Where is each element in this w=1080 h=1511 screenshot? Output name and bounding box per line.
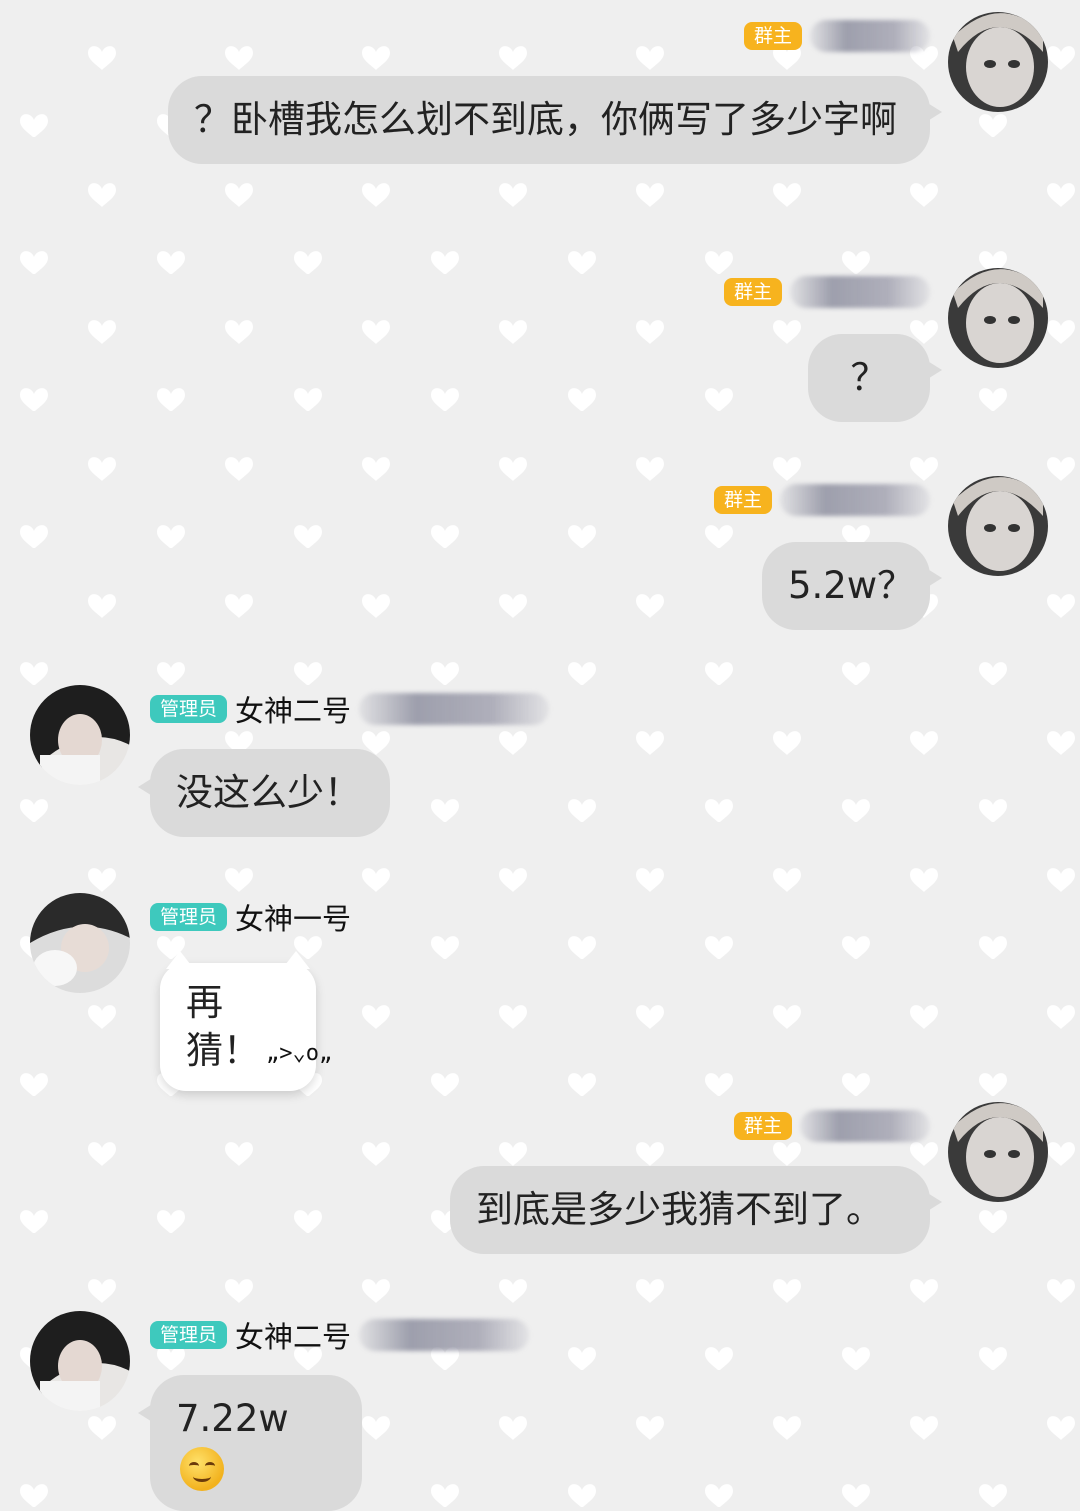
message-bubble[interactable]: ？ <box>808 334 942 422</box>
sender-meta: 群主 <box>713 480 930 520</box>
blurred-name <box>359 693 550 725</box>
message-text: 7.22w <box>176 1397 289 1440</box>
blurred-name <box>780 484 930 516</box>
message-bubble[interactable]: 没这么少！ <box>138 749 390 837</box>
message-row: 群主 到底是多少我猜不到了。 <box>0 1102 1080 1262</box>
message-text: 再猜！ <box>186 981 260 1072</box>
sender-name: 女神二号 <box>235 1320 352 1354</box>
message-bubble[interactable]: 7.22w <box>138 1375 362 1511</box>
kaomoji-decoration: „>⌄o„ <box>266 1041 333 1066</box>
owner-badge: 群主 <box>733 1112 792 1140</box>
blurred-name <box>790 276 930 308</box>
sender-name: 女神一号 <box>235 902 352 936</box>
message-row: 群主 5.2w？ <box>0 476 1080 636</box>
message-row: 群主 ？卧槽我怎么划不到底，你俩写了多少字啊 <box>0 12 1080 232</box>
message-row: 管理员 女神二号 7.22w <box>0 1311 1080 1511</box>
message-row: 群主 ？ <box>0 268 1080 428</box>
avatar-owner[interactable] <box>948 1102 1048 1202</box>
admin-badge: 管理员 <box>150 1321 228 1349</box>
sender-meta: 群主 <box>743 16 930 56</box>
avatar-admin[interactable] <box>30 1311 130 1411</box>
avatar-admin[interactable] <box>30 685 130 785</box>
smiling-face-icon <box>180 1446 224 1491</box>
owner-badge: 群主 <box>743 22 802 50</box>
message-bubble-cat[interactable]: 再猜！ <box>160 951 316 1091</box>
avatar-owner[interactable] <box>948 12 1048 112</box>
admin-badge: 管理员 <box>150 903 228 931</box>
sender-meta: 群主 <box>723 272 930 312</box>
blurred-name <box>800 1110 930 1142</box>
message-bubble[interactable]: 5.2w？ <box>762 542 942 630</box>
avatar-owner[interactable] <box>948 476 1048 576</box>
message-row: 管理员 女神一号 再猜！ „>⌄o„ <box>0 893 1080 1091</box>
cat-ear <box>166 951 194 969</box>
avatar-owner[interactable] <box>948 268 1048 368</box>
sender-meta: 管理员 女神二号 <box>150 689 550 729</box>
blurred-name <box>810 20 930 52</box>
message-bubble[interactable]: 到底是多少我猜不到了。 <box>450 1166 942 1254</box>
sender-meta: 群主 <box>733 1106 930 1146</box>
cat-ear <box>282 951 310 969</box>
message-row: 管理员 女神二号 没这么少！ <box>0 685 1080 845</box>
owner-badge: 群主 <box>713 486 772 514</box>
message-bubble[interactable]: ？卧槽我怎么划不到底，你俩写了多少字啊 <box>168 76 942 164</box>
admin-badge: 管理员 <box>150 695 228 723</box>
avatar-admin[interactable] <box>30 893 130 993</box>
owner-badge: 群主 <box>723 278 782 306</box>
blurred-name <box>359 1319 530 1351</box>
sender-meta: 管理员 女神一号 <box>150 897 351 937</box>
sender-name: 女神二号 <box>235 694 352 728</box>
sender-meta: 管理员 女神二号 <box>150 1315 530 1355</box>
